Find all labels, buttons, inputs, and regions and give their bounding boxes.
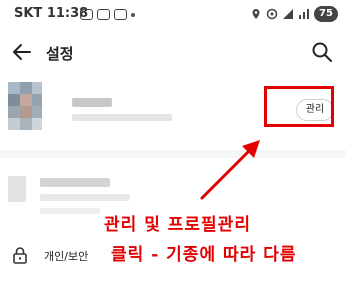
signal-icon xyxy=(283,9,293,19)
location-icon xyxy=(252,9,260,19)
hotspot-icon xyxy=(266,8,278,20)
blurred-account-icon xyxy=(8,176,26,202)
lock-icon xyxy=(13,247,27,264)
app-header: 설정 xyxy=(0,32,346,72)
annotation-line-2: 클릭 - 기종에 따라 다름 xyxy=(111,245,297,265)
message-icon xyxy=(97,9,110,20)
blurred-profile-info xyxy=(72,114,172,121)
annotation-arrow xyxy=(200,140,260,200)
blurred-account-detail xyxy=(40,194,130,201)
status-bar: SKT 11:38 75 xyxy=(0,0,346,32)
blurred-profile-name xyxy=(72,98,112,107)
privacy-label: 개인/보안 xyxy=(44,250,89,263)
more-dot-icon xyxy=(131,12,135,17)
signal-bars-icon xyxy=(299,9,309,19)
avatar xyxy=(8,82,42,130)
arrow-left-icon[interactable] xyxy=(10,40,34,64)
status-carrier-time: SKT 11:38 xyxy=(14,6,88,21)
notification-icons xyxy=(80,9,135,20)
blurred-account-extra xyxy=(40,208,100,214)
search-icon[interactable] xyxy=(310,40,334,64)
youtube-icon xyxy=(114,9,127,20)
notification-icon xyxy=(80,9,93,20)
section-divider xyxy=(0,150,346,158)
system-icons: 75 xyxy=(250,6,338,22)
highlight-box xyxy=(264,86,334,127)
carrier-label: SKT xyxy=(14,6,43,21)
page-title: 설정 xyxy=(46,45,74,63)
blurred-account-name xyxy=(40,178,110,187)
battery-icon: 75 xyxy=(314,6,338,22)
annotation-line-1: 관리 및 프로필관리 xyxy=(104,215,251,235)
